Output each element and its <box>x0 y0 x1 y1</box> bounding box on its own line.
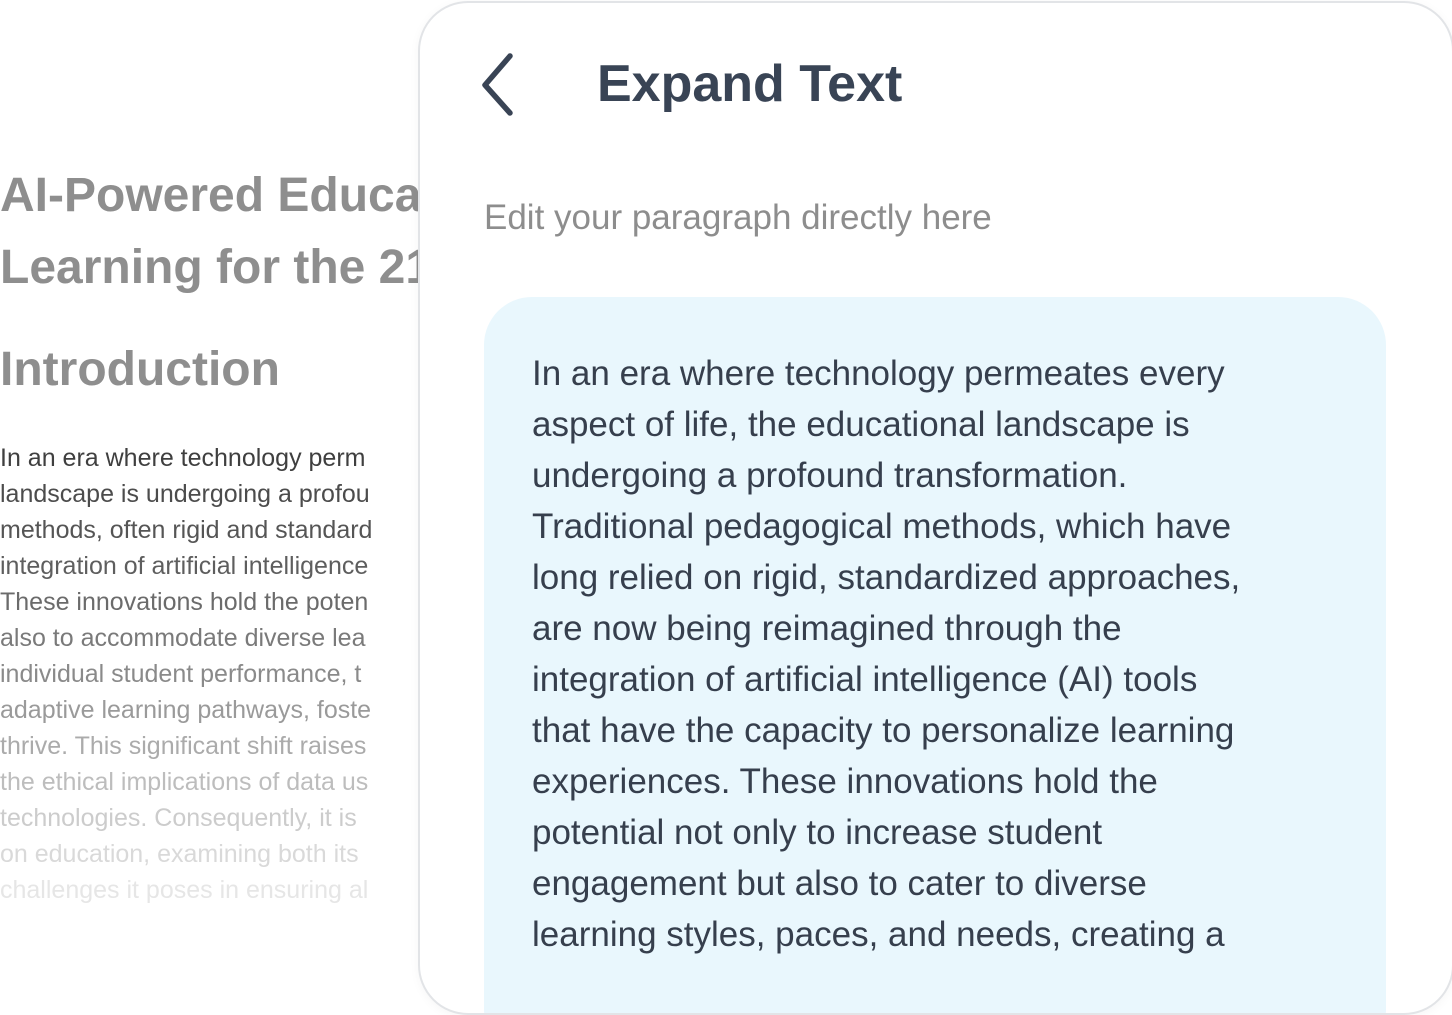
document-body-line: thrive. This significant shift raises <box>0 732 367 760</box>
back-button[interactable] <box>480 49 524 119</box>
paragraph-line: experiences. These innovations hold the <box>532 762 1158 801</box>
document-body-line: landscape is undergoing a profou <box>0 480 370 508</box>
document-body-line: the ethical implications of data us <box>0 768 369 796</box>
document-title-line: Learning for the 21 <box>0 241 420 294</box>
paragraph-line: undergoing a profound transformation. <box>532 456 1128 495</box>
paragraph-editor[interactable]: In an era where technology permeates eve… <box>484 297 1386 1013</box>
document-heading: Introduction <box>0 343 280 396</box>
paragraph-line: that have the capacity to personalize le… <box>532 711 1235 750</box>
paragraph-line: engagement but also to cater to diverse <box>532 864 1147 903</box>
document-body-line: methods, often rigid and standard <box>0 516 373 544</box>
document-body-line: individual student performance, t <box>0 660 362 688</box>
document-body-line: adaptive learning pathways, foste <box>0 696 372 724</box>
document-body-line: challenges it poses in ensuring al <box>0 876 369 904</box>
paragraph-text[interactable]: In an era where technology permeates eve… <box>532 348 1338 960</box>
paragraph-line: potential not only to increase student <box>532 813 1103 852</box>
paragraph-line: learning styles, paces, and needs, creat… <box>532 915 1225 954</box>
paragraph-line: Traditional pedagogical methods, which h… <box>532 507 1232 546</box>
document-title-line: AI-Powered Educa <box>0 169 420 222</box>
document-body: In an era where technology perm landscap… <box>0 440 420 908</box>
document-title: AI-Powered Educa Learning for the 21 <box>0 160 420 304</box>
paragraph-line: long relied on rigid, standardized appro… <box>532 558 1241 597</box>
paragraph-line: are now being reimagined through the <box>532 609 1122 648</box>
document-body-line: also to accommodate diverse lea <box>0 624 366 652</box>
editor-hint: Edit your paragraph directly here <box>484 198 992 237</box>
paragraph-line: In an era where technology permeates eve… <box>532 354 1225 393</box>
panel-title: Expand Text <box>597 55 903 113</box>
expand-text-panel: Expand Text Edit your paragraph directly… <box>418 1 1452 1015</box>
document-preview: AI-Powered Educa Learning for the 21 Int… <box>0 0 420 972</box>
paragraph-line: aspect of life, the educational landscap… <box>532 405 1190 444</box>
chevron-left-icon <box>482 53 513 116</box>
document-body-line: on education, examining both its <box>0 840 359 868</box>
document-body-line: technologies. Consequently, it is <box>0 804 357 832</box>
document-body-line: integration of artificial intelligence <box>0 552 369 580</box>
document-body-line: These innovations hold the poten <box>0 588 369 616</box>
paragraph-line: integration of artificial intelligence (… <box>532 660 1198 699</box>
document-body-line: In an era where technology perm <box>0 444 366 472</box>
